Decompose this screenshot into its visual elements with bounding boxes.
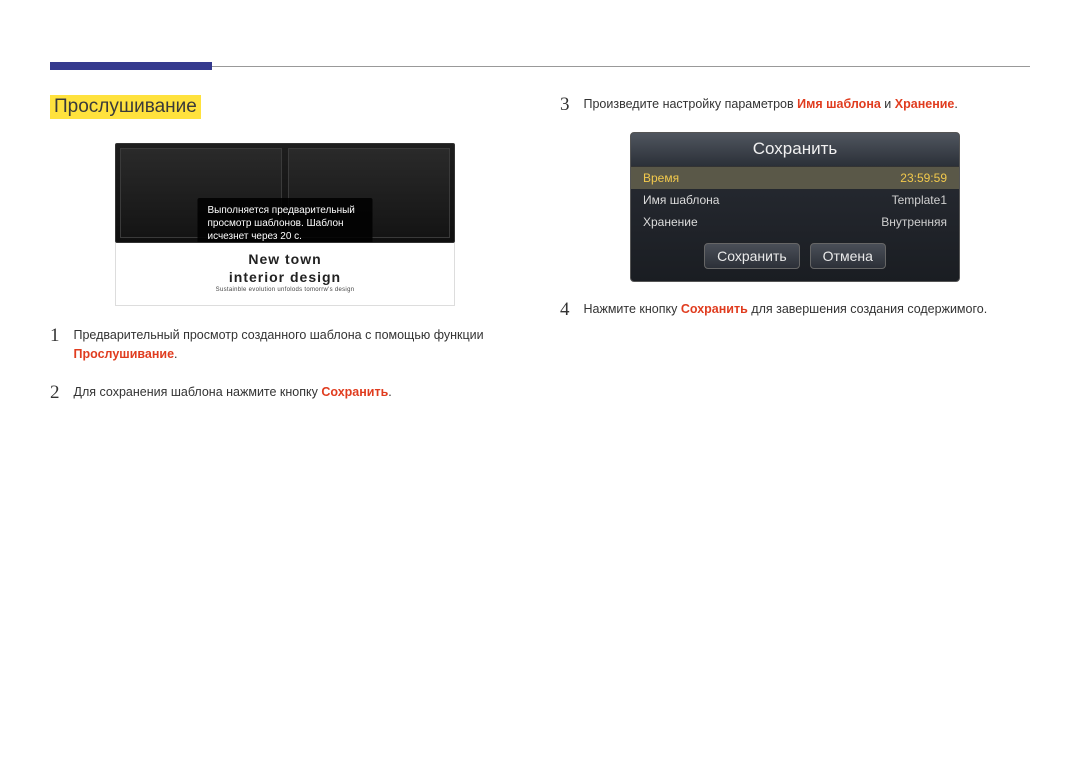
- keyword-preview: Прослушивание: [74, 347, 175, 361]
- dialog-buttons: Сохранить Отмена: [631, 233, 959, 281]
- step-tail: .: [388, 385, 391, 399]
- save-button[interactable]: Сохранить: [704, 243, 800, 269]
- step-number: 2: [50, 383, 60, 402]
- step-number: 4: [560, 300, 570, 319]
- step-text: Для сохранения шаблона нажмите кнопку: [74, 385, 322, 399]
- cancel-button[interactable]: Отмена: [810, 243, 886, 269]
- dialog-title: Сохранить: [631, 133, 959, 167]
- step-tail: для завершения создания содержимого.: [748, 302, 987, 316]
- step-tail: .: [954, 97, 957, 111]
- section-title: Прослушивание: [50, 95, 201, 119]
- step-text-a: Нажмите кнопку: [584, 302, 681, 316]
- step-4: 4 Нажмите кнопку Сохранить для завершени…: [560, 300, 1030, 319]
- preview-title-line1: New town: [126, 251, 444, 267]
- step-2: 2 Для сохранения шаблона нажмите кнопку …: [50, 383, 520, 402]
- step-1: 1 Предварительный просмотр созданного ша…: [50, 326, 520, 365]
- right-column: 3 Произведите настройку параметров Имя ш…: [560, 95, 1030, 420]
- row-value: Внутренняя: [881, 215, 947, 229]
- row-value: Template1: [892, 193, 947, 207]
- step-body: Предварительный просмотр созданного шабл…: [74, 326, 521, 365]
- preview-subtitle: Sustainble evolution unfolods tomorrw's …: [126, 287, 444, 293]
- step-text: Предварительный просмотр созданного шабл…: [74, 328, 484, 342]
- keyword-name: Имя шаблона: [797, 97, 881, 111]
- step-3: 3 Произведите настройку параметров Имя ш…: [560, 95, 1030, 114]
- dialog-row-storage[interactable]: Хранение Внутренняя: [631, 211, 959, 233]
- step-number: 1: [50, 326, 60, 345]
- row-label: Имя шаблона: [643, 193, 719, 207]
- preview-message-overlay: Выполняется предварительный просмотр шаб…: [198, 198, 373, 243]
- preview-top-panel: Выполняется предварительный просмотр шаб…: [115, 143, 455, 243]
- keyword-save: Сохранить: [321, 385, 388, 399]
- step-mid: и: [881, 97, 895, 111]
- row-value: 23:59:59: [900, 171, 947, 185]
- preview-figure: Выполняется предварительный просмотр шаб…: [115, 143, 455, 306]
- step-text-a: Произведите настройку параметров: [584, 97, 798, 111]
- dialog-row-name[interactable]: Имя шаблона Template1: [631, 189, 959, 211]
- row-label: Хранение: [643, 215, 698, 229]
- dialog-row-time[interactable]: Время 23:59:59: [631, 167, 959, 189]
- step-body: Нажмите кнопку Сохранить для завершения …: [584, 300, 988, 319]
- header-accent-bar: [50, 62, 212, 70]
- step-tail: .: [174, 347, 177, 361]
- preview-title-line2: interior design: [126, 269, 444, 285]
- step-body: Для сохранения шаблона нажмите кнопку Со…: [74, 383, 392, 402]
- left-column: Прослушивание Выполняется предварительны…: [50, 95, 520, 420]
- step-number: 3: [560, 95, 570, 114]
- preview-bottom-panel: New town interior design Sustainble evol…: [115, 243, 455, 306]
- step-body: Произведите настройку параметров Имя шаб…: [584, 95, 958, 114]
- save-dialog: Сохранить Время 23:59:59 Имя шаблона Tem…: [630, 132, 960, 282]
- row-label: Время: [643, 171, 679, 185]
- keyword-storage: Хранение: [895, 97, 955, 111]
- keyword-save: Сохранить: [681, 302, 748, 316]
